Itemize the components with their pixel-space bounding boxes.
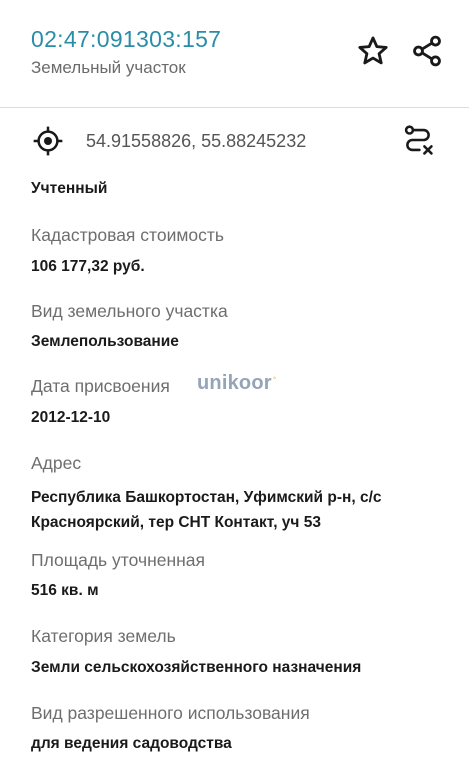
parcel-kind-label: Вид земельного участка [31,301,228,321]
unikoor-watermark: unikoor◦ [197,372,276,395]
registration-status: Учтенный [31,180,108,197]
header: 02:47:091303:157 Земельный участок [0,0,469,108]
route-clear-icon[interactable] [401,123,435,157]
permitted-use-value: для ведения садоводства [31,735,232,752]
coordinates-row: 54.91558826, 55.88245232 [0,109,469,171]
land-category-label: Категория земель [31,626,176,646]
parcel-details-screen: 02:47:091303:157 Земельный участок 54.91… [0,0,469,767]
assignment-date-label: Дата присвоения [31,376,170,396]
share-icon [413,35,441,67]
area-label: Площадь уточненная [31,550,206,570]
share-button[interactable] [407,31,447,71]
favorite-button[interactable] [353,31,393,71]
area-value: 516 кв. м [31,582,99,599]
address-value: Республика Башкортостан, Уфимский р-н, с… [31,489,382,531]
cadastral-cost-value: 106 177,32 руб. [31,258,145,275]
object-type: Земельный участок [31,58,186,77]
cadastral-cost-label: Кадастровая стоимость [31,225,224,245]
address-label: Адрес [31,453,82,473]
watermark-ring-icon: ◦ [272,373,277,385]
cadastral-number: 02:47:091303:157 [31,26,222,52]
crosshair-target-icon[interactable] [33,126,63,156]
star-outline-icon [358,36,388,65]
coordinates-text[interactable]: 54.91558826, 55.88245232 [86,131,306,152]
assignment-date-value: 2012-12-10 [31,409,111,426]
land-category-value: Земли сельскохозяйственного назначения [31,659,362,676]
parcel-kind-value: Землепользование [31,333,179,350]
watermark-text: unikoor [197,372,272,394]
permitted-use-label: Вид разрешенного использования [31,703,310,723]
